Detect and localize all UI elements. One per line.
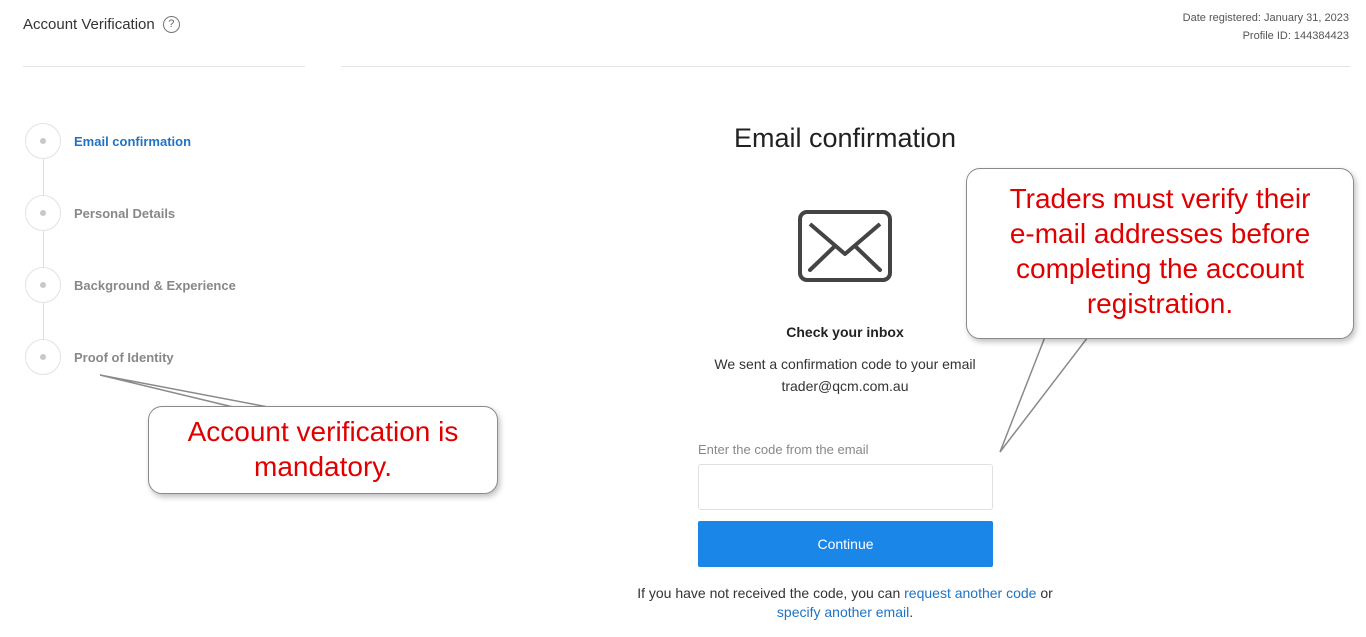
- step-label: Personal Details: [74, 205, 176, 221]
- resend-prefix: If you have not received the code, you c…: [637, 585, 901, 601]
- profile-meta: Date registered: January 31, 2023 Profil…: [1183, 9, 1349, 45]
- callout-verify-email: Traders must verify their e-mail address…: [966, 168, 1354, 339]
- help-icon[interactable]: ?: [162, 16, 180, 33]
- resend-message: If you have not received the code, you c…: [0, 584, 1366, 622]
- step-dot-indicator: [40, 282, 46, 288]
- email-address: trader@qcm.com.au: [781, 378, 909, 394]
- envelope-icon: [798, 210, 892, 282]
- callout-line: mandatory.: [254, 451, 392, 482]
- continue-button[interactable]: Continue: [698, 521, 993, 567]
- code-input[interactable]: [698, 464, 993, 510]
- code-sent-line: We sent a confirmation code to your emai…: [714, 356, 976, 372]
- callout-line: Account verification is: [187, 416, 459, 447]
- code-field-label: Enter the code from the email: [698, 442, 869, 457]
- divider-right: [341, 66, 1350, 67]
- callout-line: Traders must verify their: [1009, 183, 1311, 214]
- step-dot: [25, 195, 61, 231]
- profile-id: Profile ID: 144384423: [1242, 30, 1349, 42]
- page-title-text: Account Verification: [23, 16, 155, 33]
- email-confirmation-heading: Email confirmation: [733, 123, 957, 153]
- step-background-experience[interactable]: Background & Experience: [25, 267, 236, 303]
- step-label: Background & Experience: [74, 277, 236, 293]
- step-dot-indicator: [40, 210, 46, 216]
- page-title: Account Verification ?: [23, 16, 180, 33]
- date-registered: Date registered: January 31, 2023: [1182, 12, 1349, 24]
- resend-suffix: .: [909, 604, 914, 620]
- callout-line: e-mail addresses before: [1009, 218, 1311, 249]
- callout-line: completing the account: [1016, 253, 1304, 284]
- callout-mandatory: Account verification is mandatory.: [148, 406, 498, 494]
- callout-line: registration.: [1086, 288, 1234, 319]
- stepper-line: [43, 158, 44, 340]
- step-dot: [25, 267, 61, 303]
- request-another-code-link[interactable]: request another code: [904, 585, 1036, 601]
- code-sent-message: We sent a confirmation code to your emai…: [0, 353, 1366, 397]
- specify-another-email-link[interactable]: specify another email: [777, 604, 909, 620]
- resend-or: or: [1040, 585, 1053, 601]
- divider-left: [23, 66, 305, 67]
- step-personal-details[interactable]: Personal Details: [25, 195, 175, 231]
